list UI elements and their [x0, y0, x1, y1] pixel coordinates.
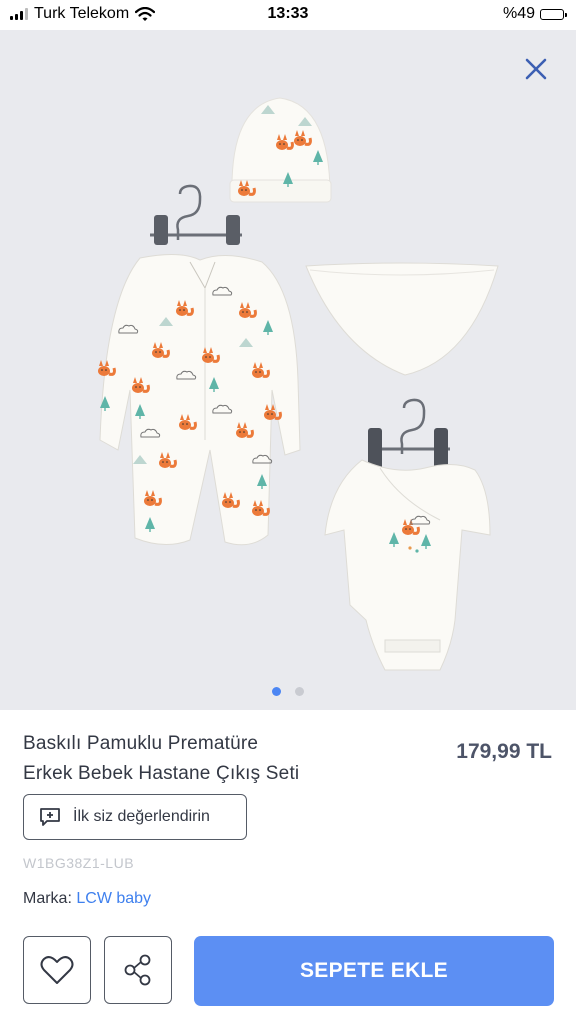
- product-price: 179,99 TL: [456, 740, 552, 763]
- product-image: [96, 97, 499, 671]
- add-to-cart-button[interactable]: SEPETE EKLE: [194, 936, 554, 1006]
- status-time: 13:33: [267, 5, 309, 22]
- gallery-dot-2[interactable]: [295, 687, 304, 696]
- share-icon: [124, 954, 151, 986]
- comment-plus-icon: [40, 808, 60, 826]
- product-title-line-2: Erkek Bebek Hastane Çıkış Seti: [23, 763, 300, 784]
- brand-link[interactable]: LCW baby: [76, 890, 151, 907]
- product-title: Baskılı Pamuklu Prematüre Erkek Bebek Ha…: [23, 729, 403, 789]
- product-sku: W1BG38Z1-LUB: [23, 855, 135, 871]
- brand-row: Marka: LCW baby: [23, 890, 151, 908]
- product-info: Baskılı Pamuklu Prematüre Erkek Bebek Ha…: [0, 710, 576, 1024]
- close-icon: [525, 58, 547, 80]
- battery-percent: %49: [502, 5, 535, 22]
- review-button[interactable]: İlk siz değerlendirin: [23, 794, 247, 840]
- heart-icon: [40, 956, 74, 984]
- product-image-gallery[interactable]: [0, 30, 576, 710]
- status-bar: Turk Telekom 13:33 %49: [0, 0, 576, 30]
- product-title-line-1: Baskılı Pamuklu Prematüre: [23, 733, 259, 754]
- gallery-pagination: [0, 687, 576, 696]
- battery-group: %49: [502, 5, 567, 23]
- review-button-label: İlk siz değerlendirin: [73, 808, 210, 825]
- share-button[interactable]: [104, 936, 172, 1004]
- gallery-dot-1[interactable]: [272, 687, 281, 696]
- battery-icon: [540, 8, 567, 20]
- close-button[interactable]: [522, 55, 550, 83]
- favorite-button[interactable]: [23, 936, 91, 1004]
- brand-label: Marka:: [23, 890, 72, 907]
